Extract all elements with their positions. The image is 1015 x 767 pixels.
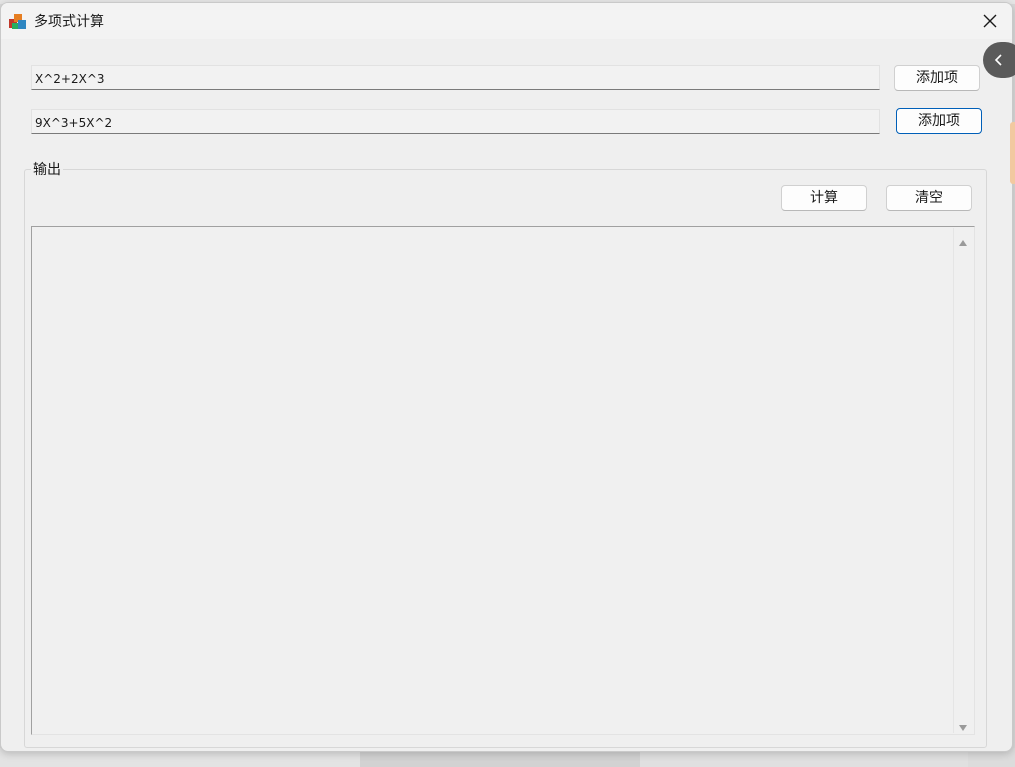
clear-button[interactable]: 清空 <box>886 185 972 211</box>
output-scrollbar[interactable] <box>953 228 973 733</box>
chevron-left-icon <box>994 54 1002 66</box>
background-app-edge <box>1010 122 1015 184</box>
window-title: 多项式计算 <box>34 14 104 30</box>
title-bar[interactable]: 多项式计算 <box>1 3 1012 39</box>
scroll-up-arrow-icon[interactable] <box>958 233 968 246</box>
polynomial-input-2[interactable] <box>31 109 880 134</box>
add-term-button-2[interactable]: 添加项 <box>896 108 982 134</box>
scroll-down-arrow-icon[interactable] <box>958 718 968 731</box>
polynomial-input-1[interactable] <box>31 65 880 90</box>
polynomial-window: 多项式计算 添加项 添加项 输出 计算 清空 <box>0 2 1013 752</box>
add-term-button-1[interactable]: 添加项 <box>894 65 980 91</box>
compute-button[interactable]: 计算 <box>781 185 867 211</box>
output-group-label: 输出 <box>31 159 63 179</box>
app-icon <box>8 11 28 31</box>
close-icon[interactable] <box>978 9 1002 33</box>
output-textarea[interactable] <box>31 226 975 735</box>
side-panel-collapse-button[interactable] <box>983 42 1015 78</box>
